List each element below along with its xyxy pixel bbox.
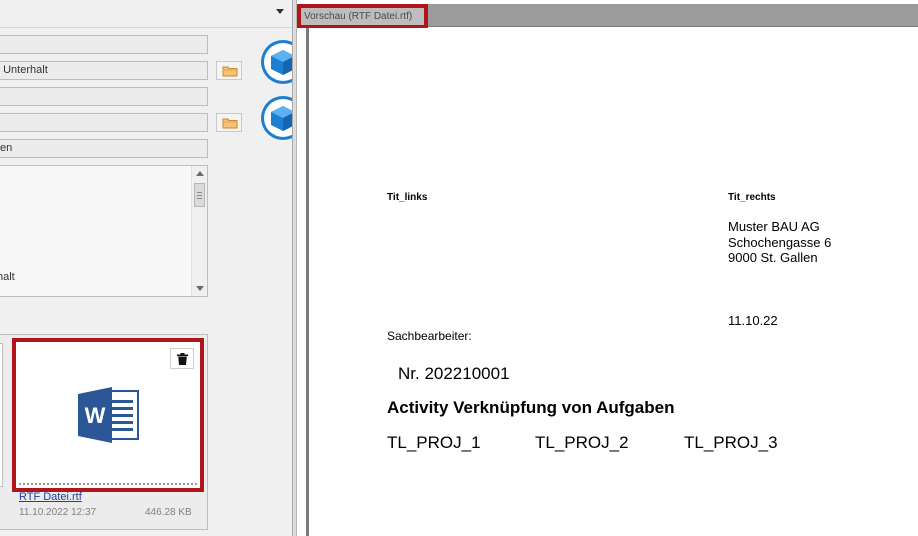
attachment-card-partial[interactable] [0, 343, 3, 487]
preview-pane: Vorschau (RTF Datei.rtf) Tit_links Tit_r… [297, 0, 918, 536]
attachment-size: 446.28 KB [145, 507, 192, 518]
trash-icon [177, 353, 188, 365]
notes-textarea-value: halt [0, 271, 15, 283]
tab-preview-label: Vorschau (RTF Datei.rtf) [304, 11, 413, 22]
doc-address: Muster BAU AG Schochengasse 6 9000 St. G… [728, 219, 831, 266]
text-field-2[interactable]: t Unterhalt [0, 61, 208, 80]
folder-icon [222, 66, 238, 77]
text-field-2-value: t Unterhalt [0, 64, 48, 76]
cube-action-button-1[interactable] [261, 40, 292, 84]
notes-textarea[interactable]: halt [0, 165, 208, 297]
browse-folder-button-2[interactable] [216, 113, 242, 132]
scrollbar-thumb[interactable] [194, 183, 205, 207]
delete-attachment-button[interactable] [170, 348, 194, 369]
doc-project-3: TL_PROJ_3 [684, 433, 778, 452]
doc-number: Nr. 202210001 [398, 364, 510, 383]
doc-date: 11.10.22 [728, 313, 778, 328]
browse-folder-button-1[interactable] [216, 61, 242, 80]
text-field-5[interactable]: ten [0, 139, 208, 158]
cube-icon [271, 50, 292, 75]
scroll-up-icon[interactable] [196, 171, 204, 176]
preview-gutter [297, 28, 309, 536]
left-panel: t t Unterhalt ten [0, 0, 292, 536]
doc-heading: Activity Verknüpfung von Aufgaben [387, 398, 675, 417]
cube-icon [271, 106, 292, 131]
attachment-card[interactable]: W [12, 338, 204, 492]
textarea-scrollbar[interactable] [191, 166, 207, 296]
attachment-thumbnail[interactable]: W [19, 345, 197, 485]
folder-icon [222, 118, 238, 129]
doc-address-line3: 9000 St. Gallen [728, 250, 818, 265]
tab-preview[interactable]: Vorschau (RTF Datei.rtf) [297, 4, 428, 29]
text-field-4[interactable] [0, 113, 208, 132]
doc-title-left: Tit_links [387, 192, 428, 203]
word-document-icon: W [78, 387, 139, 443]
attachment-file-link[interactable]: RTF Datei.rtf [19, 491, 82, 503]
doc-address-line1: Muster BAU AG [728, 219, 820, 234]
text-field-3[interactable] [0, 87, 208, 106]
doc-title-right: Tit_rechts [728, 192, 776, 203]
doc-project-1: TL_PROJ_1 [387, 433, 481, 452]
svg-text:W: W [85, 403, 106, 428]
text-field-1[interactable]: t [0, 35, 208, 54]
attachment-date: 11.10.2022 12:37 [19, 507, 97, 518]
scroll-down-icon[interactable] [196, 286, 204, 291]
cube-action-button-2[interactable] [261, 96, 292, 140]
dropdown-arrow-icon[interactable] [276, 9, 284, 14]
text-field-5-value: ten [0, 142, 13, 154]
doc-sachbearbeiter-label: Sachbearbeiter: [387, 329, 472, 343]
document-preview: Tit_links Tit_rechts Muster BAU AG Schoc… [309, 28, 918, 536]
doc-project-2: TL_PROJ_2 [535, 433, 629, 452]
left-panel-toolbar [0, 0, 292, 28]
doc-address-line2: Schochengasse 6 [728, 234, 832, 250]
